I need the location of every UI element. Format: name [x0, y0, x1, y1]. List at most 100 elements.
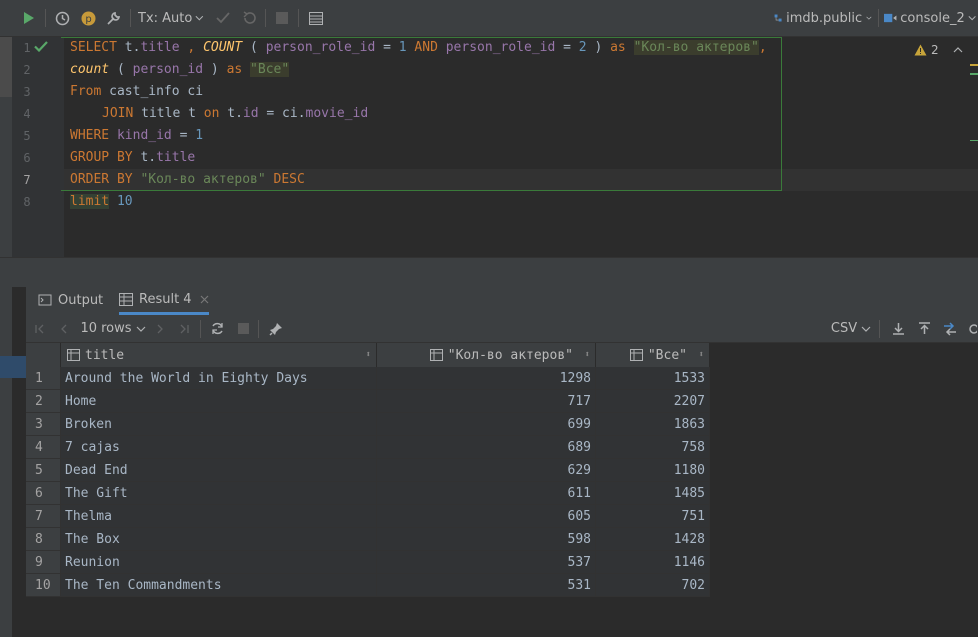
table-view-icon[interactable] [305, 0, 327, 36]
pin-icon[interactable] [266, 315, 286, 342]
table-row[interactable]: 47 cajas 689 758 [26, 435, 710, 459]
execution-success-icon [34, 41, 48, 52]
cell-all[interactable]: 1180 [595, 458, 710, 482]
cell-actors[interactable]: 537 [376, 550, 596, 574]
cell-actors[interactable]: 629 [376, 458, 596, 482]
run-icon[interactable] [18, 0, 40, 36]
console-label: console_2 [900, 10, 965, 26]
cell-all[interactable]: 1533 [595, 367, 710, 390]
toolbar-divider [298, 9, 299, 27]
code-line-5: WHERE kind_id = 1 [70, 128, 204, 143]
table-row[interactable]: 1 Around the World in Eighty Days 1298 1533 [26, 367, 710, 390]
cell-title[interactable]: The Gift [60, 481, 377, 505]
sort-icon[interactable]: ⬍ [699, 350, 704, 360]
cell-title[interactable]: Home [60, 389, 377, 413]
tab-output[interactable]: Output [38, 286, 103, 314]
cell-title[interactable]: The Box [60, 527, 377, 551]
cell-all[interactable]: 1146 [595, 550, 710, 574]
column-header-all[interactable]: "Все" ⬍ [595, 343, 710, 367]
cancel-query-icon[interactable] [233, 315, 253, 342]
table-row[interactable]: 5 Dead End 629 1180 [26, 458, 710, 482]
cell-all[interactable]: 1428 [595, 527, 710, 551]
cell-actors[interactable]: 605 [376, 504, 596, 528]
left-strip-handle[interactable] [0, 37, 12, 97]
history-icon[interactable] [51, 0, 73, 36]
previous-page-icon[interactable] [54, 315, 74, 342]
code-line-7: ORDER BY "Кол-во актеров" DESC [70, 172, 305, 187]
line-number: 2 [23, 63, 31, 77]
last-page-icon[interactable] [174, 315, 194, 342]
sort-icon[interactable]: ⬍ [585, 350, 590, 360]
change-stripe[interactable] [970, 73, 978, 75]
cell-title[interactable]: Broken [60, 412, 377, 436]
warning-stripe[interactable] [970, 64, 978, 66]
refresh-icon[interactable] [207, 315, 227, 342]
warnings-count: 2 [931, 43, 939, 57]
cell-title[interactable]: Thelma [60, 504, 377, 528]
column-header-actors[interactable]: "Кол-во актеров" ⬍ [376, 343, 596, 367]
transaction-mode-dropdown[interactable]: Tx: Auto [138, 0, 204, 36]
cell-actors[interactable]: 531 [376, 573, 596, 597]
table-row[interactable]: 6 The Gift 611 1485 [26, 481, 710, 505]
table-row[interactable]: 8 The Box 598 1428 [26, 527, 710, 551]
cell-all[interactable]: 751 [595, 504, 710, 528]
schema-selector[interactable]: imdb.public [774, 0, 872, 36]
export-format-dropdown[interactable]: CSV [830, 315, 872, 342]
table-row[interactable]: 3 Broken 699 1863 [26, 412, 710, 436]
cell-title[interactable]: The Ten Commandments [60, 573, 377, 597]
profile-icon[interactable]: p [77, 0, 99, 36]
cell-actors[interactable]: 611 [376, 481, 596, 505]
change-stripe[interactable] [970, 140, 978, 141]
column-icon [429, 348, 443, 361]
download-icon[interactable] [888, 315, 908, 342]
warnings-indicator[interactable]: 2 [914, 43, 963, 57]
column-header-title[interactable]: title ⬍ [60, 343, 377, 367]
cell-actors[interactable]: 699 [376, 412, 596, 436]
row-number: 7 [26, 504, 61, 528]
cell-actors[interactable]: 689 [376, 435, 596, 459]
table-header-row: title ⬍ "Кол-во актеров" ⬍ "Все" ⬍ [26, 343, 710, 367]
column-header-label: title [85, 347, 125, 363]
row-number: 8 [26, 527, 61, 551]
sort-icon[interactable]: ⬍ [366, 350, 371, 360]
row-number: 4 [26, 435, 61, 459]
table-row[interactable]: 9 Reunion 537 1146 [26, 550, 710, 574]
cell-all[interactable]: 702 [595, 573, 710, 597]
compare-icon[interactable] [940, 315, 960, 342]
panel-splitter[interactable] [0, 257, 978, 287]
commit-icon[interactable] [212, 0, 234, 36]
toolbar-divider [130, 9, 131, 27]
next-page-icon[interactable] [150, 315, 170, 342]
close-icon[interactable] [200, 295, 209, 304]
table-row[interactable]: 7 Thelma 605 751 [26, 504, 710, 528]
page-size-dropdown[interactable]: 10 rows [80, 315, 146, 342]
cell-all[interactable]: 2207 [595, 389, 710, 413]
rollback-icon[interactable] [238, 0, 260, 36]
upload-icon[interactable] [914, 315, 934, 342]
cell-title[interactable]: 7 cajas [60, 435, 377, 459]
chevron-up-icon[interactable] [953, 46, 963, 54]
cell-actors[interactable]: 1298 [376, 367, 596, 390]
stop-icon[interactable] [271, 0, 293, 36]
sql-editor[interactable]: SELECT t.title , COUNT ( person_role_id … [61, 37, 978, 233]
cell-title[interactable]: Reunion [60, 550, 377, 574]
cell-actors[interactable]: 717 [376, 389, 596, 413]
cell-title[interactable]: Dead End [60, 458, 377, 482]
table-row[interactable]: 10 The Ten Commandments 531 702 [26, 573, 710, 597]
column-header-label: "Кол-во актеров" [447, 347, 573, 363]
cell-title[interactable]: Around the World in Eighty Days [60, 367, 377, 390]
cell-actors[interactable]: 598 [376, 527, 596, 551]
console-selector[interactable]: console_2 [884, 0, 976, 36]
first-page-icon[interactable] [30, 315, 50, 342]
wrench-icon[interactable] [102, 0, 124, 36]
table-row[interactable]: 2 Home 717 2207 [26, 389, 710, 413]
row-number: 5 [26, 458, 61, 482]
tab-result[interactable]: Result 4 [119, 286, 209, 315]
more-icon[interactable] [966, 315, 978, 342]
cell-all[interactable]: 1485 [595, 481, 710, 505]
page-size-label: 10 rows [80, 321, 132, 336]
chevron-down-icon [136, 326, 145, 332]
cell-all[interactable]: 1863 [595, 412, 710, 436]
results-tabs: Output Result 4 [26, 286, 978, 316]
cell-all[interactable]: 758 [595, 435, 710, 459]
